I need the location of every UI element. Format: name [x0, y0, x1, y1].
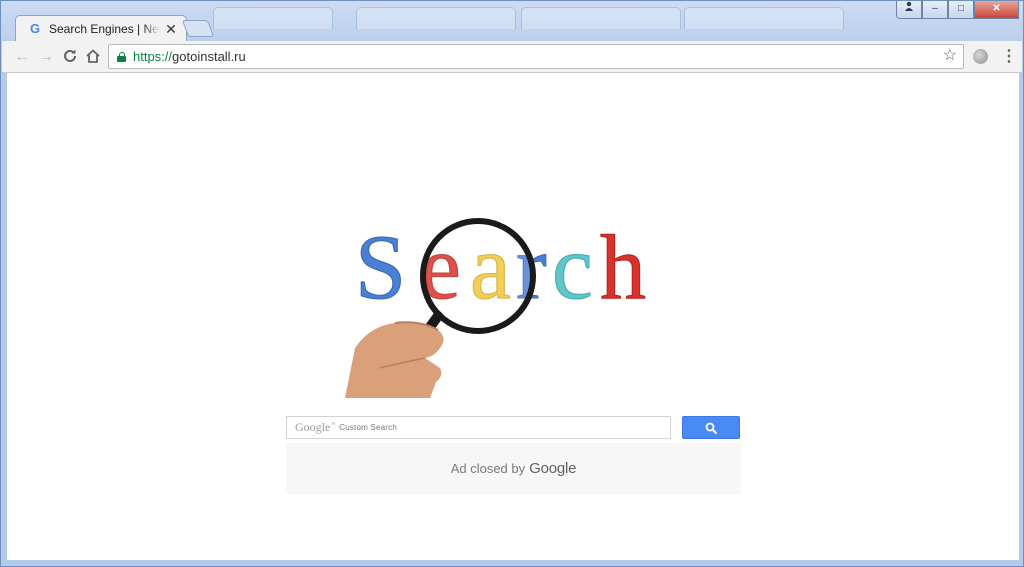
extension-icon[interactable]	[973, 49, 988, 64]
maximize-button[interactable]: □	[948, 1, 974, 19]
ad-closed-text: Ad closed by	[450, 461, 526, 476]
ad-closed-notice: Ad closed by Google	[286, 443, 741, 494]
new-tab-button[interactable]	[181, 20, 215, 37]
home-button[interactable]	[84, 48, 102, 66]
search-placeholder: Custom Search	[339, 423, 397, 432]
background-tab	[521, 7, 681, 29]
google-watermark-text: Google	[295, 420, 331, 434]
window-bottom-border	[2, 560, 1022, 565]
background-tab	[356, 7, 516, 29]
user-icon	[905, 1, 913, 11]
search-button[interactable]	[682, 416, 740, 439]
hero-letter-c: c	[552, 216, 593, 318]
url-host: gotoinstall.ru	[172, 49, 246, 64]
url-text: https://gotoinstall.ru	[133, 49, 246, 64]
browser-window: G Search Engines | News se ✕ – □ ✕ ← →	[0, 0, 1024, 567]
address-bar[interactable]: https://gotoinstall.ru ☆	[108, 44, 964, 69]
google-favicon-icon: G	[29, 21, 41, 36]
lock-icon	[117, 51, 126, 62]
back-button[interactable]: ←	[13, 48, 31, 66]
search-hero-image: S e a r c h	[345, 216, 647, 398]
hero-letter-h: h	[600, 216, 646, 318]
close-window-button[interactable]: ✕	[974, 1, 1019, 19]
forward-button[interactable]: →	[37, 48, 55, 66]
tab-close-icon[interactable]: ✕	[164, 21, 178, 37]
reload-button[interactable]	[61, 48, 79, 66]
custom-search-input[interactable]: Google™ Custom Search	[286, 416, 671, 439]
browser-menu-icon[interactable]: ⋮	[1001, 47, 1017, 67]
google-watermark: Google™	[295, 420, 335, 435]
window-controls: – □ ✕	[896, 1, 1019, 19]
minimize-button[interactable]: –	[922, 1, 948, 19]
page-viewport: S e a r c h Google™ Cus	[7, 73, 1019, 562]
ad-google-brand: Google	[529, 460, 577, 477]
background-tab	[213, 7, 333, 29]
browser-toolbar: ← → https://gotoinstall.ru ☆ ⋮	[2, 41, 1022, 73]
tab-active[interactable]: G Search Engines | News se ✕	[15, 15, 187, 42]
hero-letter-s: S	[355, 216, 406, 318]
hand-image	[345, 321, 444, 398]
url-scheme: https://	[133, 49, 173, 64]
google-watermark-tm: ™	[330, 423, 336, 428]
bookmark-star-icon[interactable]: ☆	[943, 47, 957, 65]
tab-strip: G Search Engines | News se ✕ – □ ✕	[1, 1, 1023, 42]
reload-icon	[64, 49, 76, 62]
background-tab	[684, 7, 844, 29]
custom-search-bar: Google™ Custom Search	[286, 416, 741, 440]
search-icon	[705, 422, 717, 434]
home-icon	[86, 49, 100, 63]
tab-title: Search Engines | News se	[49, 22, 160, 36]
profile-button[interactable]	[896, 1, 922, 19]
